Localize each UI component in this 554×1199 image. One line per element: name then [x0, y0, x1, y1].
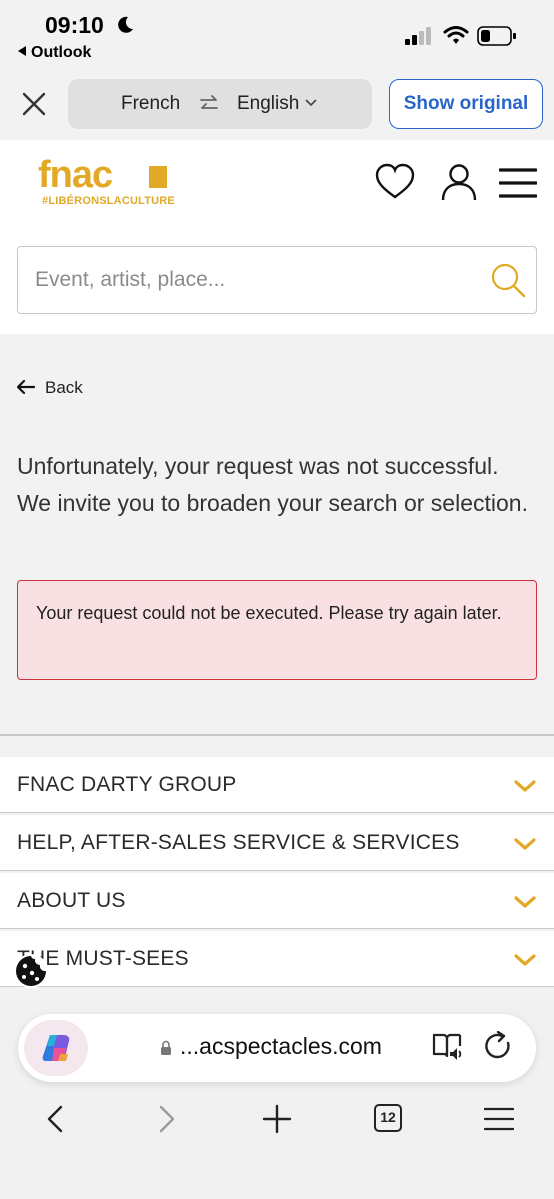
- moon-icon: [118, 16, 133, 33]
- translate-bar: French English Show original: [0, 68, 554, 140]
- logo-tagline: #LIBÉRONSLACULTURE: [42, 195, 175, 207]
- footer-section-label: HELP, AFTER-SALES SERVICE & SERVICES: [17, 831, 460, 854]
- back-triangle-icon: [18, 46, 26, 56]
- new-tab-icon[interactable]: [262, 1104, 292, 1134]
- back-link[interactable]: Back: [17, 378, 83, 398]
- browser-forward-icon[interactable]: [156, 1104, 178, 1134]
- browser-menu-icon[interactable]: [484, 1107, 514, 1131]
- footer-divider: [0, 734, 554, 736]
- back-label: Back: [45, 378, 83, 397]
- chevron-down-icon: [514, 896, 536, 908]
- main-content: Back Unfortunately, your request was not…: [0, 334, 554, 734]
- copilot-button[interactable]: [24, 1020, 88, 1076]
- lock-icon: [161, 1040, 171, 1055]
- chevron-down-icon: [514, 780, 536, 792]
- error-alert: Your request could not be executed. Plea…: [17, 580, 537, 680]
- fnac-logo[interactable]: fnac #LIBÉRONSLACULTURE: [38, 154, 178, 210]
- user-icon[interactable]: [440, 162, 478, 202]
- arrow-left-icon: [17, 380, 35, 394]
- chevron-down-icon: [305, 99, 317, 107]
- site-header: fnac #LIBÉRONSLACULTURE: [0, 140, 554, 334]
- footer-section-must-sees[interactable]: THE MUST-SEES: [0, 931, 554, 987]
- footer-section-label: ABOUT US: [17, 889, 126, 912]
- close-icon[interactable]: [20, 90, 48, 118]
- copilot-icon: [42, 1035, 70, 1061]
- back-to-app-link[interactable]: Outlook: [18, 44, 91, 62]
- tabs-button[interactable]: 12: [374, 1104, 402, 1132]
- search-icon[interactable]: [490, 262, 526, 298]
- error-message: Your request could not be executed. Plea…: [36, 603, 502, 623]
- show-original-button[interactable]: Show original: [389, 79, 543, 129]
- wifi-icon: [443, 26, 469, 44]
- chevron-down-icon: [514, 954, 536, 966]
- footer-section-label: FNAC DARTY GROUP: [17, 773, 237, 796]
- status-time: 09:10: [45, 12, 104, 38]
- hamburger-menu-icon[interactable]: [499, 167, 537, 199]
- chevron-down-icon: [514, 838, 536, 850]
- logo-badge: [149, 166, 167, 188]
- target-language: English: [237, 93, 300, 114]
- url-text: ...acspectacles.com: [180, 1033, 382, 1059]
- signal-icon: [405, 27, 431, 45]
- footer-section-fnac-darty-group[interactable]: FNAC DARTY GROUP: [0, 757, 554, 813]
- search-box: [17, 246, 537, 314]
- footer-section-help[interactable]: HELP, AFTER-SALES SERVICE & SERVICES: [0, 815, 554, 871]
- address-bar[interactable]: ...acspectacles.com: [18, 1014, 536, 1082]
- swap-icon[interactable]: [199, 94, 219, 114]
- browser-back-icon[interactable]: [44, 1104, 66, 1134]
- no-results-message: Unfortunately, your request was not succ…: [17, 453, 528, 516]
- footer-section-about-us[interactable]: ABOUT US: [0, 873, 554, 929]
- cookie-icon[interactable]: [13, 953, 49, 989]
- source-language: French: [121, 93, 181, 114]
- reader-mode-icon[interactable]: [432, 1032, 464, 1062]
- heart-icon[interactable]: [374, 162, 416, 202]
- battery-icon: [477, 26, 516, 46]
- logo-wordmark: fnac: [38, 154, 113, 196]
- search-input[interactable]: [35, 247, 475, 312]
- status-bar: 09:10 Outlook: [0, 0, 554, 68]
- reload-icon[interactable]: [483, 1031, 513, 1061]
- browser-toolbar: ...acspectacles.com 12: [0, 1003, 554, 1199]
- back-app-label: Outlook: [31, 44, 92, 61]
- language-selector[interactable]: French English: [68, 79, 372, 129]
